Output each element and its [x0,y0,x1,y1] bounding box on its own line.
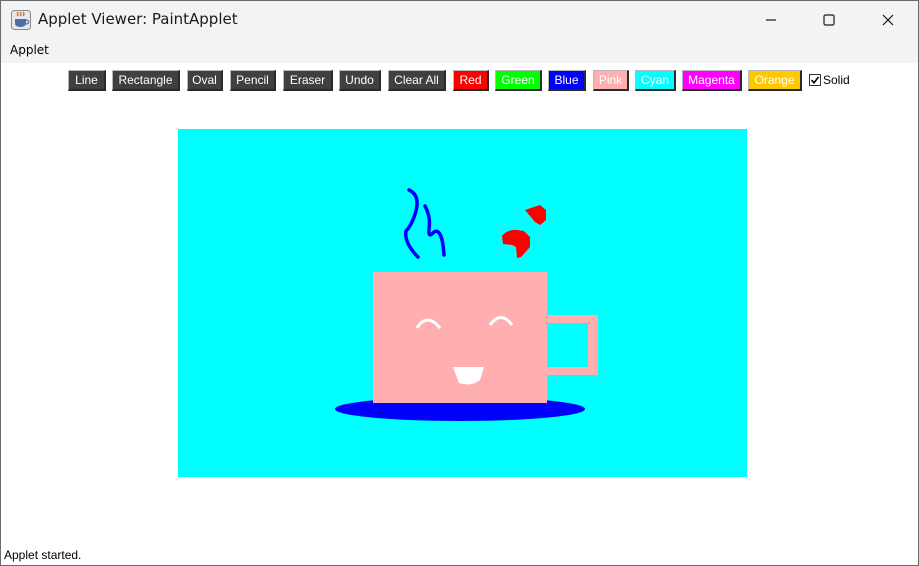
rectangle-button[interactable]: Rectangle [112,70,180,91]
checkmark-icon [810,76,820,85]
pencil-button[interactable]: Pencil [230,70,276,91]
applet-window: Applet Viewer: PaintApplet Applet Line R… [0,0,919,566]
window-title: Applet Viewer: PaintApplet [38,10,238,28]
close-button[interactable] [859,1,917,39]
menu-applet[interactable]: Applet [10,43,49,57]
color-magenta-button[interactable]: Magenta [682,70,742,91]
title-bar[interactable]: Applet Viewer: PaintApplet [1,1,918,39]
color-pink-button[interactable]: Pink [593,70,629,91]
color-orange-button[interactable]: Orange [748,70,802,91]
menu-bar: Applet [1,39,918,63]
cup-body-shape [373,272,547,403]
solid-checkbox[interactable] [809,74,821,86]
color-blue-button[interactable]: Blue [548,70,586,91]
oval-button[interactable]: Oval [187,70,223,91]
maximize-icon [823,14,835,26]
color-green-button[interactable]: Green [495,70,542,91]
drawing-canvas[interactable] [178,129,747,477]
color-cyan-button[interactable]: Cyan [635,70,676,91]
color-red-button[interactable]: Red [453,70,489,91]
clear-all-button[interactable]: Clear All [388,70,446,91]
status-bar: Applet started. [4,548,82,562]
java-cup-icon [11,10,31,30]
maximize-button[interactable] [800,1,858,39]
undo-button[interactable]: Undo [339,70,381,91]
minimize-button[interactable] [742,1,800,39]
eraser-button[interactable]: Eraser [283,70,333,91]
line-button[interactable]: Line [68,70,106,91]
close-icon [882,14,894,26]
solid-label: Solid [823,73,850,87]
minimize-icon [766,19,776,21]
